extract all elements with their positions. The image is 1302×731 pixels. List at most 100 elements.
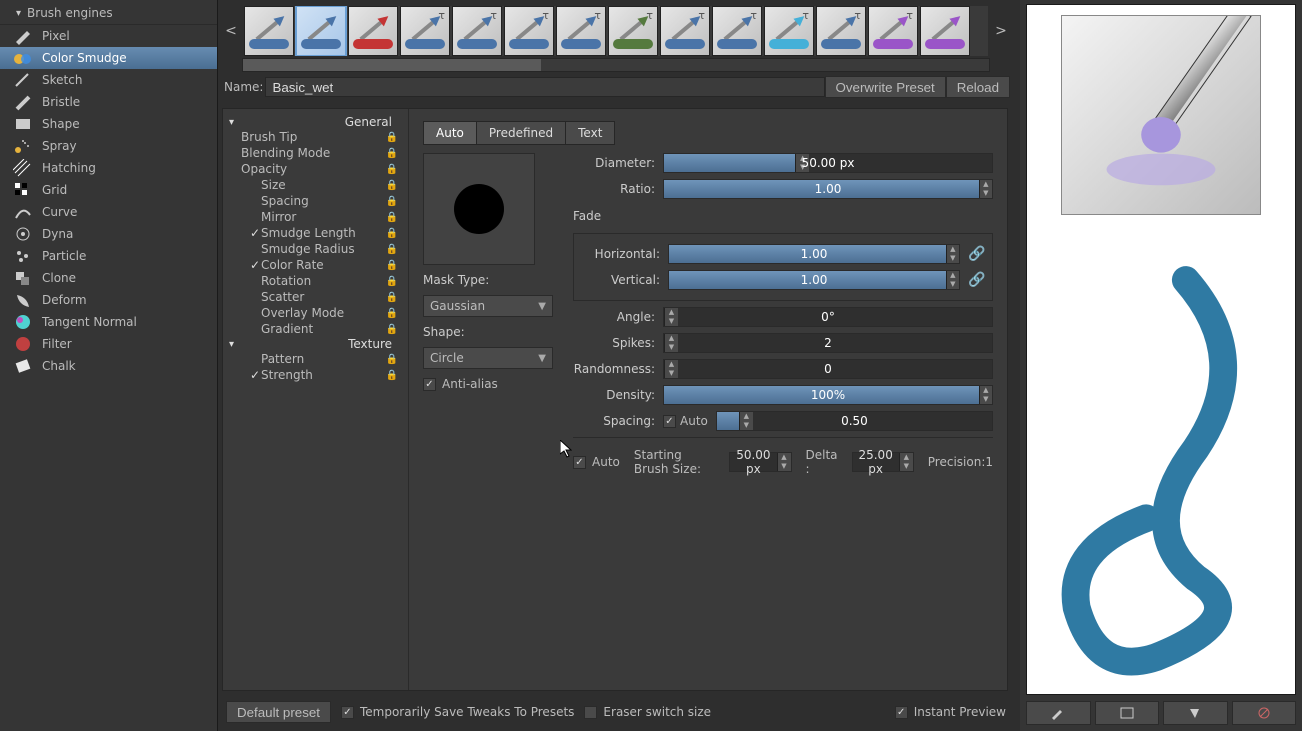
temp-save-checkbox[interactable]: ✓Temporarily Save Tweaks To Presets	[341, 705, 574, 719]
prop-gradient[interactable]: Gradient🔒	[227, 321, 404, 337]
tab-auto[interactable]: Auto	[424, 122, 477, 144]
fill-mode-button[interactable]	[1163, 701, 1228, 725]
prop-spacing[interactable]: Spacing🔒	[227, 193, 404, 209]
mask-type-combo[interactable]: Gaussian▼	[423, 295, 553, 317]
lock-icon: 🔒	[386, 276, 398, 287]
preset-scrollbar[interactable]	[242, 58, 990, 72]
eraser-switch-checkbox[interactable]: Eraser switch size	[584, 705, 711, 719]
link-icon[interactable]: 🔗	[968, 272, 982, 288]
engine-item-sketch[interactable]: Sketch	[0, 69, 217, 91]
ratio-slider[interactable]: 1.00 ▲▼	[663, 179, 993, 199]
engine-item-tangent-normal[interactable]: Tangent Normal	[0, 311, 217, 333]
collapse-icon[interactable]: ▾	[16, 8, 21, 19]
spacing-slider[interactable]: 0.50 ▲▼	[716, 411, 993, 431]
tab-text[interactable]: Text	[566, 122, 614, 144]
preset-name-input[interactable]	[265, 77, 824, 97]
property-tree[interactable]: ▾GeneralBrush Tip🔒Blending Mode🔒Opacity🔒…	[223, 109, 409, 690]
prop-smudge-length[interactable]: ✓Smudge Length🔒	[227, 225, 404, 241]
engine-item-curve[interactable]: Curve	[0, 201, 217, 223]
gradient-mode-button[interactable]	[1095, 701, 1160, 725]
lock-icon: 🔒	[386, 292, 398, 303]
brush-engine-panel: ▾ Brush engines PixelColor SmudgeSketchB…	[0, 0, 218, 731]
shape-combo[interactable]: Circle▼	[423, 347, 553, 369]
no-icon	[1256, 706, 1272, 720]
prop-mirror[interactable]: Mirror🔒	[227, 209, 404, 225]
engine-item-chalk[interactable]: Chalk	[0, 355, 217, 377]
engine-label: Dyna	[42, 227, 73, 241]
rect-icon	[1119, 706, 1135, 720]
prop-group-general[interactable]: ▾General	[227, 115, 404, 129]
preset-thumb[interactable]: τ	[868, 6, 918, 56]
delta-field[interactable]: 25.00 px▲▼	[852, 452, 914, 472]
tab-predefined[interactable]: Predefined	[477, 122, 566, 144]
brush-tip-tabs[interactable]: AutoPredefinedText	[423, 121, 615, 145]
preset-thumb[interactable]	[920, 6, 970, 56]
randomness-slider[interactable]: 0 ▲▼	[663, 359, 993, 379]
precision-auto-checkbox[interactable]: ✓Auto	[573, 455, 620, 469]
prop-smudge-radius[interactable]: Smudge Radius🔒	[227, 241, 404, 257]
engine-label: Grid	[42, 183, 67, 197]
preset-strip[interactable]: ττττττττττ	[244, 6, 988, 56]
preset-thumb[interactable]: τ	[660, 6, 710, 56]
engine-item-pixel[interactable]: Pixel	[0, 25, 217, 47]
clear-button[interactable]	[1232, 701, 1297, 725]
preset-thumb[interactable]: τ	[764, 6, 814, 56]
reload-button[interactable]: Reload	[946, 76, 1010, 98]
preset-scroll-left[interactable]: <	[222, 23, 240, 39]
lock-icon: 🔒	[386, 228, 398, 239]
preset-thumb[interactable]	[348, 6, 398, 56]
density-slider[interactable]: 100% ▲▼	[663, 385, 993, 405]
prop-scatter[interactable]: Scatter🔒	[227, 289, 404, 305]
prop-rotation[interactable]: Rotation🔒	[227, 273, 404, 289]
engine-item-hatching[interactable]: Hatching	[0, 157, 217, 179]
prop-strength[interactable]: ✓Strength🔒	[227, 367, 404, 383]
preset-thumb[interactable]: τ	[504, 6, 554, 56]
preset-scroll-right[interactable]: >	[992, 23, 1010, 39]
scratchpad[interactable]	[1026, 4, 1296, 695]
spikes-slider[interactable]: 2 ▲▼	[663, 333, 993, 353]
prop-color-rate[interactable]: ✓Color Rate🔒	[227, 257, 404, 273]
prop-pattern[interactable]: Pattern🔒	[227, 351, 404, 367]
preset-thumb[interactable]	[296, 6, 346, 56]
starting-size-field[interactable]: 50.00 px▲▼	[729, 452, 791, 472]
prop-opacity[interactable]: Opacity🔒	[227, 161, 404, 177]
vertical-slider[interactable]: 1.00 ▲▼	[668, 270, 960, 290]
lock-icon: 🔒	[386, 308, 398, 319]
link-icon[interactable]: 🔗	[968, 246, 982, 262]
density-label: Density:	[573, 388, 655, 402]
engine-item-grid[interactable]: Grid	[0, 179, 217, 201]
lock-icon: 🔒	[386, 148, 398, 159]
engine-label: Hatching	[42, 161, 96, 175]
preset-thumb[interactable]: τ	[816, 6, 866, 56]
engine-item-particle[interactable]: Particle	[0, 245, 217, 267]
preset-thumb[interactable]: τ	[608, 6, 658, 56]
preset-thumb[interactable]: τ	[400, 6, 450, 56]
bucket-icon	[1187, 706, 1203, 720]
preset-thumb[interactable]	[244, 6, 294, 56]
preset-thumb[interactable]: τ	[556, 6, 606, 56]
prop-blending-mode[interactable]: Blending Mode🔒	[227, 145, 404, 161]
engine-item-spray[interactable]: Spray	[0, 135, 217, 157]
engine-item-clone[interactable]: Clone	[0, 267, 217, 289]
overwrite-preset-button[interactable]: Overwrite Preset	[825, 76, 946, 98]
preset-thumb[interactable]: τ	[712, 6, 762, 56]
brush-mode-button[interactable]	[1026, 701, 1091, 725]
engine-item-bristle[interactable]: Bristle	[0, 91, 217, 113]
instant-preview-checkbox[interactable]: ✓Instant Preview	[895, 705, 1006, 719]
antialias-checkbox[interactable]: ✓ Anti-alias	[423, 377, 553, 391]
angle-slider[interactable]: 0° ▲▼	[663, 307, 993, 327]
engine-item-filter[interactable]: Filter	[0, 333, 217, 355]
prop-overlay-mode[interactable]: Overlay Mode🔒	[227, 305, 404, 321]
diameter-slider[interactable]: 50.00 px ▲▼	[663, 153, 993, 173]
engine-item-shape[interactable]: Shape	[0, 113, 217, 135]
engine-item-color-smudge[interactable]: Color Smudge	[0, 47, 217, 69]
horizontal-slider[interactable]: 1.00 ▲▼	[668, 244, 960, 264]
spacing-auto-checkbox[interactable]: ✓Auto	[663, 414, 708, 428]
default-preset-button[interactable]: Default preset	[226, 701, 331, 723]
prop-size[interactable]: Size🔒	[227, 177, 404, 193]
prop-brush-tip[interactable]: Brush Tip🔒	[227, 129, 404, 145]
prop-group-texture[interactable]: ▾Texture	[227, 337, 404, 351]
engine-item-deform[interactable]: Deform	[0, 289, 217, 311]
engine-item-dyna[interactable]: Dyna	[0, 223, 217, 245]
preset-thumb[interactable]: τ	[452, 6, 502, 56]
